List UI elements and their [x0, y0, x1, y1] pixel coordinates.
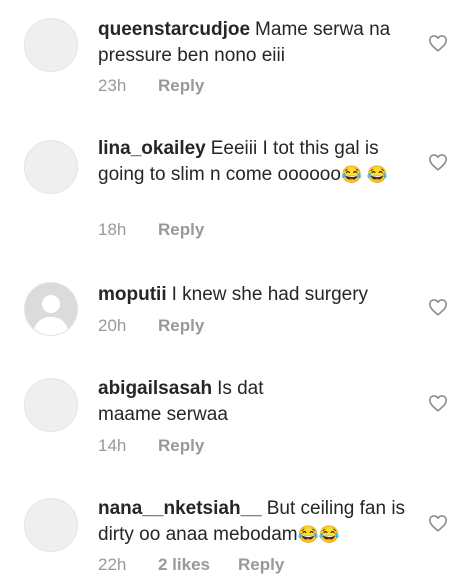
comment-body: moputii I knew she had surgery — [98, 282, 416, 308]
comment-timestamp: 23h — [98, 76, 127, 95]
likes-count[interactable]: 2 likes — [158, 555, 210, 575]
comment-meta: 22h 2 likes Reply — [98, 555, 284, 575]
heart-outline-icon[interactable] — [428, 34, 448, 52]
comment-body: abigailsasah Is dat maame serwaa — [98, 376, 298, 428]
avatar[interactable] — [24, 18, 78, 72]
comment-username[interactable]: lina_okailey — [98, 138, 206, 159]
avatar[interactable] — [24, 378, 78, 432]
reply-button[interactable]: Reply — [158, 316, 204, 335]
comment-meta: 20h Reply — [98, 316, 204, 336]
heart-outline-icon[interactable] — [428, 298, 448, 316]
comment-timestamp: 14h — [98, 436, 127, 455]
default-avatar-icon[interactable] — [24, 282, 78, 336]
reply-button[interactable]: Reply — [158, 220, 204, 239]
comment-meta: 18h Reply — [98, 220, 204, 240]
heart-outline-icon[interactable] — [428, 514, 448, 532]
reply-button[interactable]: Reply — [158, 436, 204, 455]
comment-username[interactable]: nana__nketsiah__ — [98, 498, 262, 519]
avatar[interactable] — [24, 498, 78, 552]
person-silhouette-icon — [33, 295, 69, 335]
laughing-emoji-icon: 😂😂 — [297, 525, 340, 544]
comment-meta: 14h Reply — [98, 436, 204, 456]
comment-username[interactable]: abigailsasah — [98, 378, 212, 399]
heart-outline-icon[interactable] — [428, 394, 448, 412]
comment-timestamp: 20h — [98, 316, 127, 335]
reply-button[interactable]: Reply — [158, 76, 204, 95]
comment-timestamp: 22h — [98, 555, 127, 574]
comment-body: nana__nketsiah__ But ceiling fan is dirty… — [98, 496, 416, 548]
comment-body: queenstarcudjoe Mame serwa na pressure be… — [98, 17, 416, 69]
reply-button[interactable]: Reply — [238, 555, 284, 574]
heart-outline-icon[interactable] — [428, 153, 448, 171]
comment-body: lina_okailey Eeeiii I tot this gal is goi… — [98, 136, 416, 188]
laughing-emoji-icon: 😂 😂 — [340, 165, 388, 184]
comment-username[interactable]: moputii — [98, 284, 167, 305]
comment-username[interactable]: queenstarcudjoe — [98, 19, 250, 40]
comment-text: I knew she had surgery — [171, 284, 369, 305]
avatar[interactable] — [24, 140, 78, 194]
comment-timestamp: 18h — [98, 220, 127, 239]
comment-meta: 23h Reply — [98, 76, 204, 96]
